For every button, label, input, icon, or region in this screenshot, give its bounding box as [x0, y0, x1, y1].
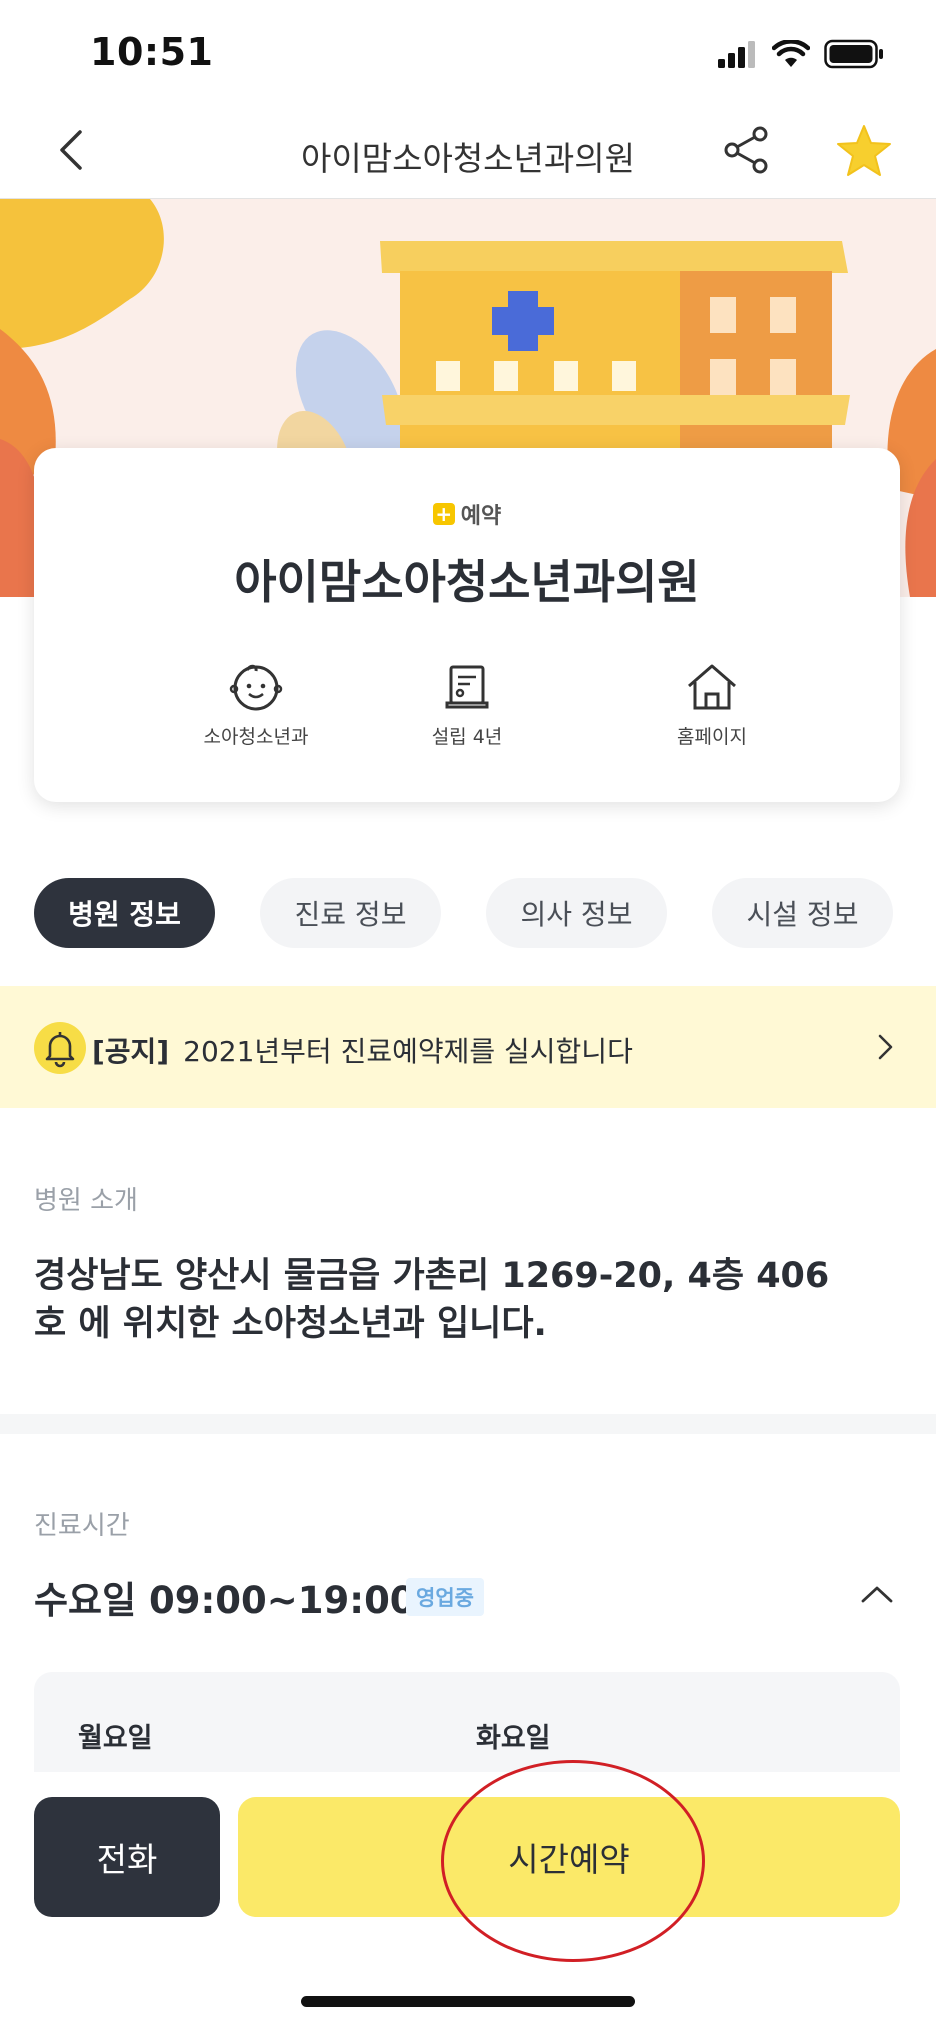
hours-label: 진료시간 — [34, 1511, 130, 1541]
section-divider — [0, 1414, 936, 1434]
baby-face-icon — [229, 664, 283, 711]
chevron-right-icon — [878, 1034, 893, 1060]
feature-founded: 설립 4년 — [347, 662, 587, 749]
hospital-info-card: + 예약 아이맘소아청소년과의원 소아청소년과 설립 4년 홈페이지 — [34, 448, 900, 802]
highlight-circle — [441, 1760, 705, 1962]
plus-icon: + — [432, 503, 455, 525]
tab-hospital-info[interactable]: 병원 정보 — [34, 878, 215, 948]
tab-facility-info[interactable]: 시설 정보 — [712, 878, 893, 948]
feature-label: 소아청소년과 — [203, 726, 309, 748]
badge-label: 예약 — [460, 504, 502, 529]
bell-icon — [34, 1022, 86, 1074]
notice-message: 2021년부터 진료예약제를 실시합니다 — [183, 1035, 633, 1068]
notice-banner[interactable]: [공지] 2021년부터 진료예약제를 실시합니다 — [0, 986, 936, 1108]
share-icon — [724, 126, 768, 174]
wifi-icon — [772, 40, 810, 67]
intro-label: 병원 소개 — [34, 1186, 138, 1216]
tab-doctor-info[interactable]: 의사 정보 — [486, 878, 667, 948]
feature-label: 설립 4년 — [431, 726, 503, 748]
call-button[interactable]: 전화 — [34, 1797, 220, 1917]
feature-label: 홈페이지 — [677, 726, 747, 748]
cellular-signal-icon — [718, 41, 755, 68]
notice-tag: [공지] — [92, 1035, 170, 1068]
chevron-up-icon[interactable] — [860, 1584, 894, 1604]
day-tuesday: 화요일 — [476, 1723, 551, 1754]
battery-icon — [824, 39, 883, 69]
day-monday: 월요일 — [78, 1723, 153, 1754]
home-indicator — [301, 1996, 635, 2007]
page-title: 아이맘소아청소년과의원 — [301, 139, 635, 178]
feature-homepage[interactable]: 홈페이지 — [592, 662, 832, 749]
intro-text: 경상남도 양산시 물금읍 가촌리 1269-20, 4층 406호 에 위치한 … — [34, 1256, 830, 1344]
status-badge: 영업중 — [406, 1578, 484, 1616]
status-icons — [718, 36, 884, 72]
notice-text: [공지] 2021년부터 진료예약제를 실시합니다 — [92, 1030, 633, 1070]
share-button[interactable] — [720, 124, 772, 176]
star-icon — [837, 125, 891, 176]
feature-department: 소아청소년과 — [136, 662, 376, 749]
certificate-icon — [445, 665, 489, 709]
tab-treatment-info[interactable]: 진료 정보 — [260, 878, 441, 948]
status-time: 10:51 — [90, 30, 214, 74]
hours-today: 수요일 09:00~19:00 — [34, 1579, 416, 1622]
reservation-badge: + 예약 — [34, 498, 900, 530]
nav-bar: 아이맘소아청소년과의원 — [0, 100, 936, 199]
favorite-button[interactable] — [836, 124, 892, 178]
hospital-name: 아이맘소아청소년과의원 — [234, 555, 700, 609]
home-icon — [688, 664, 736, 710]
